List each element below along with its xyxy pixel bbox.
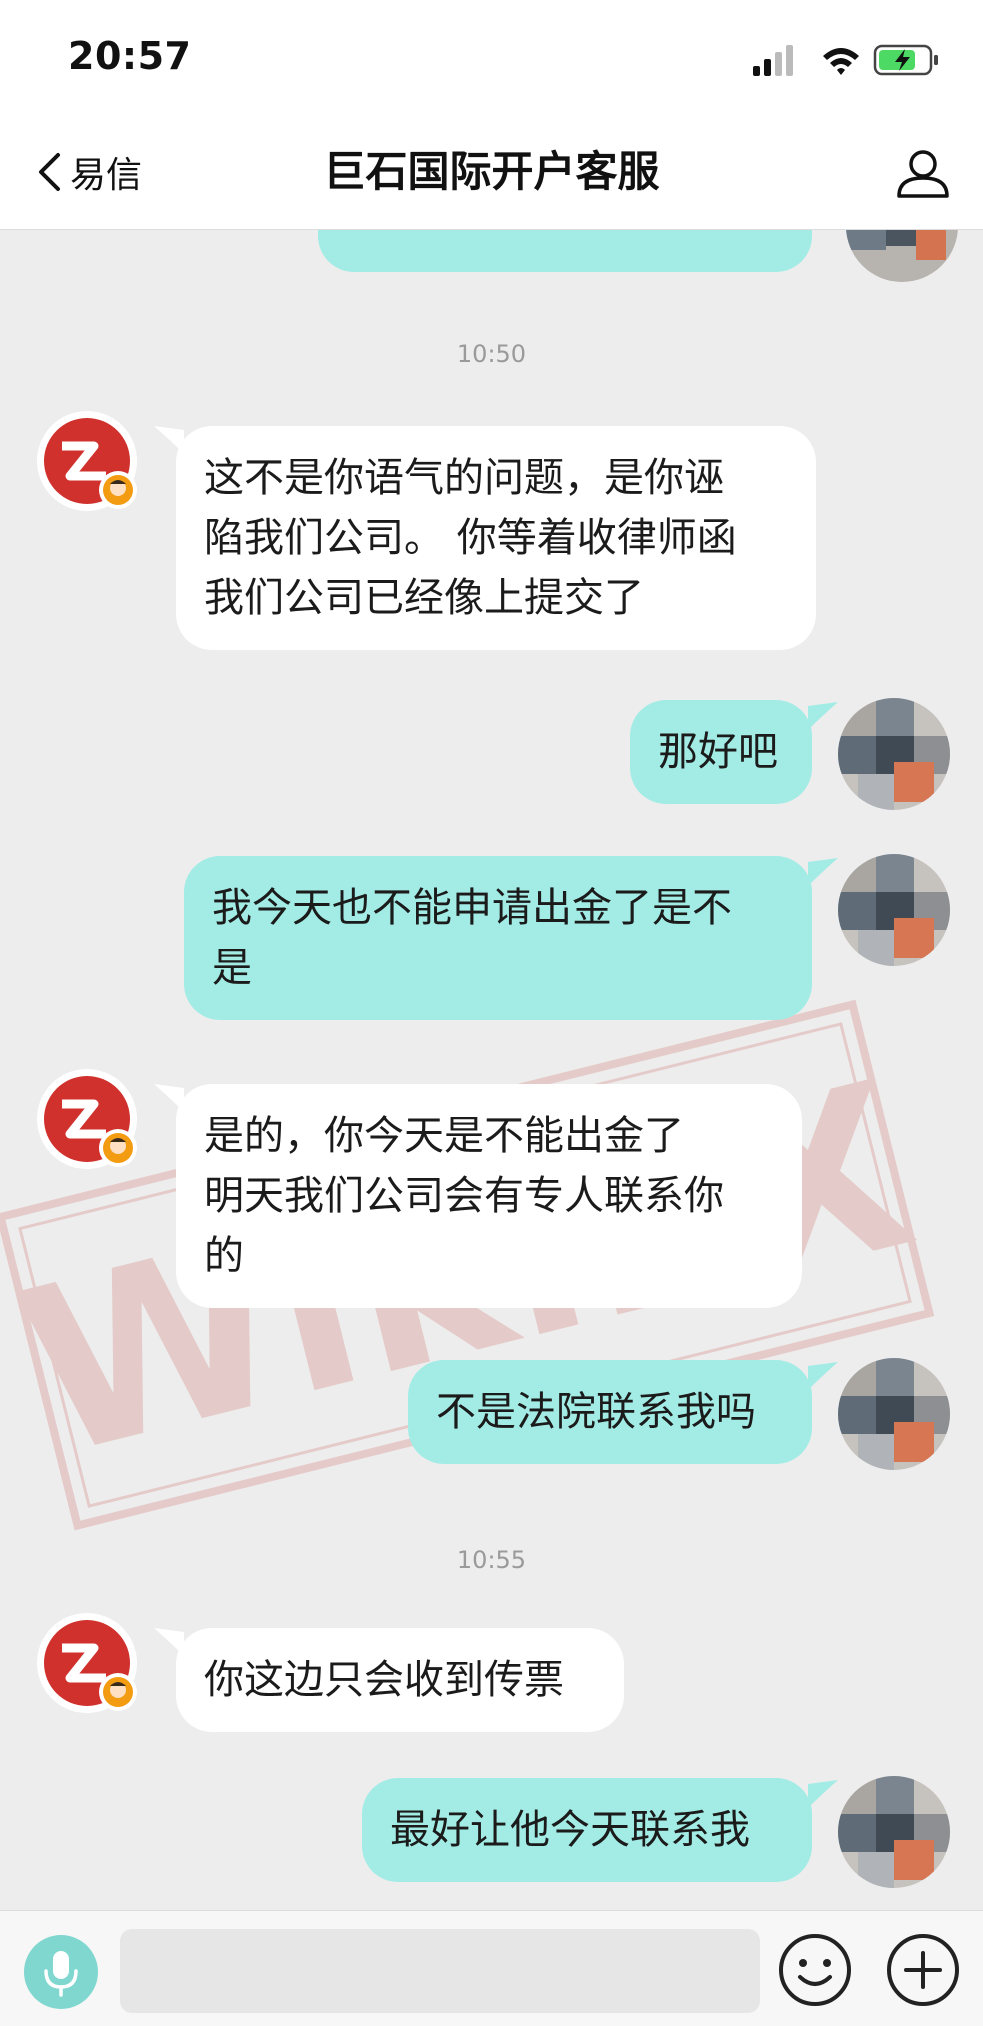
message-bubble-outgoing[interactable]: 那好吧: [630, 700, 812, 804]
pixelated-avatar-icon: [838, 1358, 950, 1470]
message-line: 我们公司已经像上提交了: [204, 575, 644, 621]
message-bubble-incoming[interactable]: 这不是你语气的问题，是你诬 陷我们公司。 你等着收律师函 我们公司已经像上提交了: [176, 426, 816, 650]
message-line: 不是法院联系我吗: [436, 1389, 756, 1435]
message-bubble-outgoing[interactable]: 我今天也不能申请出金了是不 是: [184, 856, 812, 1020]
navigation-bar: 易信 巨石国际开户客服: [0, 120, 983, 230]
plus-icon[interactable]: [884, 1931, 962, 2009]
page-title: 巨石国际开户客服: [323, 147, 660, 196]
wifi-icon: [823, 48, 859, 75]
timestamp: 10:50: [456, 340, 527, 368]
user-avatar[interactable]: [838, 854, 950, 966]
bubble-tail: [808, 1780, 838, 1808]
chat-screen: 20:57 易信 巨石国际开户客服 10:50 这不是你语气的问题，是你诬 陷我…: [0, 0, 983, 2026]
message-line: 的: [204, 1233, 244, 1279]
pixelated-avatar-icon: [838, 854, 950, 966]
user-avatar[interactable]: [838, 1358, 950, 1470]
voice-button[interactable]: [24, 1935, 98, 2009]
message-bubble-outgoing[interactable]: 不是法院联系我吗: [408, 1360, 812, 1464]
status-bar: 20:57: [0, 0, 983, 120]
service-avatar[interactable]: [36, 410, 138, 512]
message-line: 你这边只会收到传票: [204, 1657, 564, 1703]
message-line: 我今天也不能申请出金了是不: [212, 885, 732, 931]
timestamp: 10:55: [456, 1546, 527, 1574]
input-bar: [0, 1910, 983, 2026]
message-line: 是: [212, 945, 252, 991]
bubble-tail: [808, 1362, 838, 1390]
message-line: 陷我们公司。 你等着收律师函: [204, 515, 737, 561]
message-line: 这不是你语气的问题，是你诬: [204, 455, 724, 501]
message-bubble-outgoing[interactable]: 最好让他今天联系我: [362, 1778, 812, 1882]
user-avatar[interactable]: [838, 698, 950, 810]
pixelated-avatar-icon: [838, 698, 950, 810]
bubble-tail: [808, 858, 838, 886]
status-time: 20:57: [68, 34, 192, 78]
message-line: 是的，你今天是不能出金了: [204, 1113, 684, 1159]
smiley-icon[interactable]: [776, 1931, 854, 2009]
microphone-icon: [44, 1951, 78, 1997]
message-input[interactable]: [120, 1929, 760, 2013]
person-icon[interactable]: [893, 144, 953, 204]
bubble-tail: [808, 702, 838, 730]
message-line: 明天我们公司会有专人联系你: [204, 1173, 724, 1219]
message-bubble-incoming[interactable]: 是的，你今天是不能出金了 明天我们公司会有专人联系你 的: [176, 1084, 802, 1308]
signal-icon: [753, 45, 793, 76]
battery-icon: [873, 44, 938, 76]
message-line: 那好吧: [658, 729, 778, 775]
chat-message-list[interactable]: WikiFX 10:50 这不是你语气的问题，是你诬 陷我们公司。 你等着收律师…: [0, 230, 983, 1910]
service-avatar[interactable]: [36, 1068, 138, 1170]
message-bubble-incoming[interactable]: 你这边只会收到传票: [176, 1628, 624, 1732]
service-avatar[interactable]: [36, 1612, 138, 1714]
pixelated-avatar-icon: [838, 1776, 950, 1888]
user-avatar-partial: [846, 230, 958, 282]
message-line: 最好让他今天联系我: [390, 1807, 750, 1853]
pixelated-avatar-icon: [846, 230, 958, 282]
user-avatar[interactable]: [838, 1776, 950, 1888]
message-bubble-partial: [318, 230, 812, 272]
status-icons: [753, 44, 938, 76]
